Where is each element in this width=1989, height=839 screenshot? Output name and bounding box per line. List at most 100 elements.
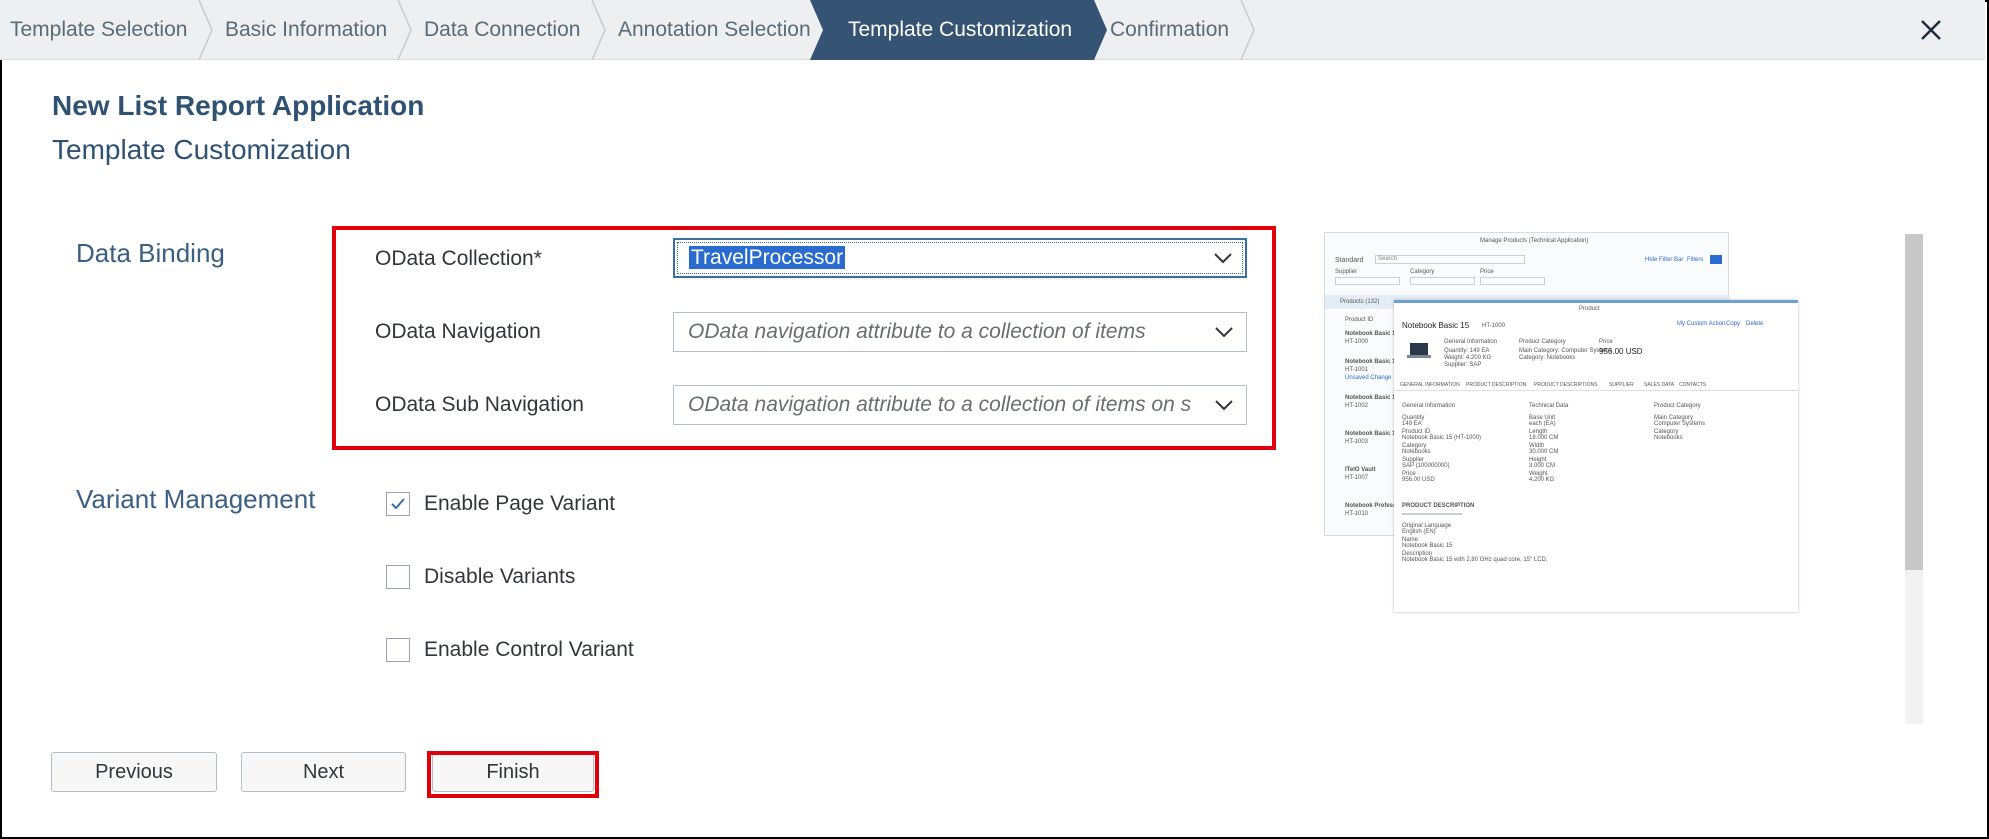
odata-collection-select[interactable]: TravelProcessor xyxy=(673,238,1247,278)
preview-field: each (EA) xyxy=(1529,421,1556,427)
step-separator xyxy=(1092,0,1107,60)
step-basic-information[interactable]: Basic Information xyxy=(225,0,387,60)
odata-navigation-label: OData Navigation xyxy=(375,320,541,343)
enable-control-variant-checkbox[interactable] xyxy=(386,638,410,662)
chevron-down-icon[interactable] xyxy=(1202,313,1246,351)
step-separator xyxy=(198,0,213,60)
step-separator xyxy=(397,0,412,60)
laptop-icon xyxy=(1407,343,1431,358)
preview-field: 149 EA xyxy=(1402,421,1422,427)
preview-field: 956.00 USD xyxy=(1402,477,1435,483)
preview-col-heading: Technical Data xyxy=(1529,403,1569,409)
preview-filter-supplier: Supplier xyxy=(1335,269,1358,275)
step-label: Data Connection xyxy=(424,18,581,41)
step-label: Template Selection xyxy=(10,18,188,41)
preview-filter-box xyxy=(1480,277,1545,285)
preview-products-tab: Products (132) xyxy=(1340,299,1380,305)
step-separator xyxy=(591,0,606,60)
preview-product-id: HT-1000 xyxy=(1482,323,1506,329)
step-annotation-selection[interactable]: Annotation Selection xyxy=(618,0,811,60)
enable-control-variant-option[interactable]: Enable Control Variant xyxy=(386,638,634,662)
preview-field: Notebooks xyxy=(1402,449,1431,455)
odata-sub-navigation-label: OData Sub Navigation xyxy=(375,393,584,416)
preview-product-category: Product Category xyxy=(1519,339,1566,345)
checkmark-icon xyxy=(391,498,405,510)
preview-header-fact: Supplier: SAP xyxy=(1444,362,1482,368)
preview-action: Copy xyxy=(1726,321,1741,327)
close-icon[interactable] xyxy=(1913,12,1949,48)
preview-price-label: Price xyxy=(1599,339,1613,345)
section-label-data-binding: Data Binding xyxy=(76,238,225,268)
step-separator xyxy=(810,0,824,60)
preview-field: Notebooks xyxy=(1654,435,1683,441)
preview-list-item: Unsaved Change xyxy=(1345,375,1392,381)
preview-desc-line: Notebook Basic 15 with 2,80 GHz quad cor… xyxy=(1402,557,1548,563)
preview-tab: GENERAL INFORMATION xyxy=(1400,382,1460,388)
disable-variants-label: Disable Variants xyxy=(424,565,576,588)
odata-sub-navigation-select[interactable]: OData navigation attribute to a collecti… xyxy=(673,385,1247,425)
step-label: Basic Information xyxy=(225,18,388,41)
preview-list-item: HT-1007 xyxy=(1345,475,1369,481)
chevron-down-icon[interactable] xyxy=(1201,239,1245,277)
odata-sub-navigation-placeholder: OData navigation attribute to a collecti… xyxy=(688,393,1192,416)
preview-filter-box xyxy=(1335,277,1400,285)
preview-field: 30.000 CM xyxy=(1529,449,1559,455)
step-separator xyxy=(1240,0,1255,60)
step-label: Annotation Selection xyxy=(618,18,811,41)
preview-filters: Filters xyxy=(1687,257,1704,263)
preview-list-item: HT-1001 xyxy=(1345,367,1369,373)
preview-tab: CONTACTS xyxy=(1679,382,1707,388)
preview-list-item: HT-1000 xyxy=(1345,339,1369,345)
preview-list-item: Notebook Basic 19 xyxy=(1345,431,1399,437)
previous-button[interactable]: Previous xyxy=(51,752,217,792)
template-preview-image: Manage Products (Technical Application) … xyxy=(1324,232,1798,612)
preview-field: 3.000 CM xyxy=(1529,463,1556,469)
preview-header-fact: Category: Notebooks xyxy=(1519,355,1576,361)
preview-list-item: Notebook Basic 17 xyxy=(1345,359,1399,365)
preview-col-heading: General Information xyxy=(1402,403,1456,409)
enable-page-variant-checkbox[interactable] xyxy=(386,492,410,516)
preview-list-item: HT-1002 xyxy=(1345,403,1369,409)
preview-standard: Standard xyxy=(1335,257,1364,264)
preview-back-title: Manage Products (Technical Application) xyxy=(1480,238,1589,244)
enable-page-variant-label: Enable Page Variant xyxy=(424,492,616,515)
preview-list-item: HT-1003 xyxy=(1345,439,1369,445)
odata-collection-value: TravelProcessor xyxy=(689,246,846,269)
preview-tab: SALES DATA xyxy=(1644,382,1675,388)
next-button[interactable]: Next xyxy=(241,752,406,792)
scrollbar-thumb[interactable] xyxy=(1905,234,1923,570)
preview-action: My Custom Action xyxy=(1677,321,1726,327)
step-template-customization[interactable]: Template Customization xyxy=(848,0,1072,60)
section-label-variant-management: Variant Management xyxy=(76,484,316,514)
preview-search-field xyxy=(1375,255,1525,264)
preview-field: SAP (100000000) xyxy=(1402,463,1450,469)
preview-list-item: Product ID xyxy=(1345,317,1374,323)
chevron-down-icon[interactable] xyxy=(1202,386,1246,424)
disable-variants-checkbox[interactable] xyxy=(386,565,410,589)
odata-navigation-select[interactable]: OData navigation attribute to a collecti… xyxy=(673,312,1247,352)
preview-go-button xyxy=(1710,255,1722,264)
enable-page-variant-option[interactable]: Enable Page Variant xyxy=(386,492,615,516)
step-data-connection[interactable]: Data Connection xyxy=(424,0,580,60)
preview-field: 4.200 KG xyxy=(1529,477,1555,483)
preview-search-placeholder: Search xyxy=(1378,256,1398,262)
preview-list-item: Notebook Basic 18 xyxy=(1345,395,1399,401)
preview-divider xyxy=(1402,513,1462,515)
preview-desc-line: Notebook Basic 15 xyxy=(1402,543,1453,549)
preview-tab: SUPPLIER xyxy=(1609,382,1634,388)
page-subtitle: Template Customization xyxy=(52,134,351,165)
preview-col-heading: Product Category xyxy=(1654,403,1701,409)
disable-variants-option[interactable]: Disable Variants xyxy=(386,565,575,589)
preview-filter-category: Category xyxy=(1410,269,1435,275)
step-template-selection[interactable]: Template Selection xyxy=(10,0,187,60)
page-title: New List Report Application xyxy=(52,90,425,121)
step-label: Template Customization xyxy=(848,18,1073,41)
preview-list-item: Notebook Basic 15 xyxy=(1345,331,1399,337)
preview-hide-filter-bar: Hide Filter Bar xyxy=(1645,257,1684,263)
preview-desc-heading: PRODUCT DESCRIPTION xyxy=(1402,503,1475,509)
preview-field: Notebook Basic 15 (HT-1000) xyxy=(1402,435,1482,441)
preview-action: Delete xyxy=(1746,321,1764,327)
preview-header-fact: Quantity: 149 EA xyxy=(1444,348,1490,354)
preview-field: Computer Systems xyxy=(1654,421,1706,427)
step-confirmation[interactable]: Confirmation xyxy=(1110,0,1229,60)
